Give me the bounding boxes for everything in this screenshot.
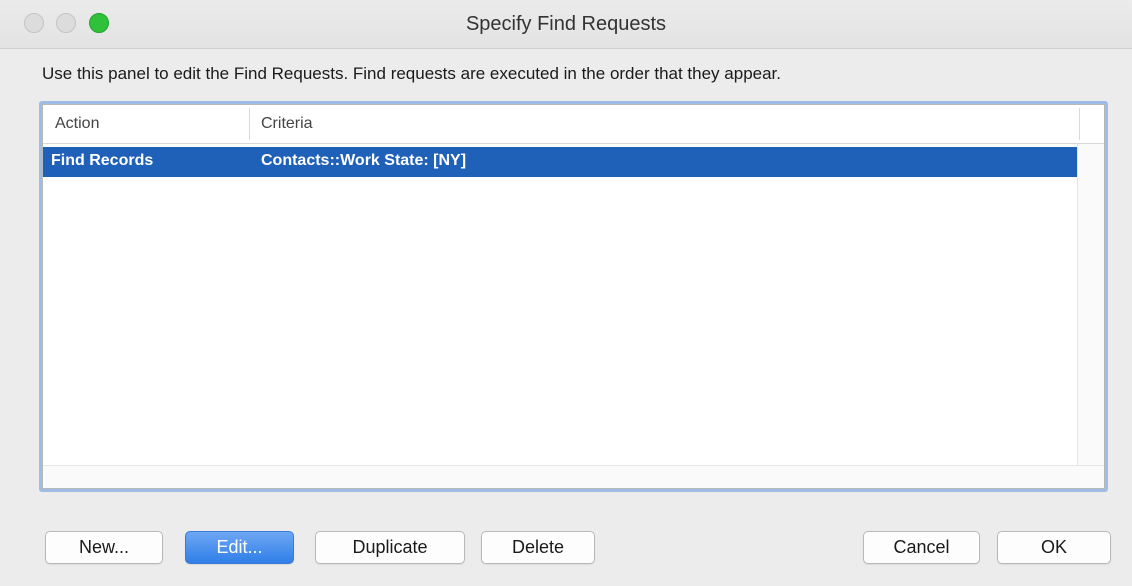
column-divider[interactable]	[249, 108, 250, 140]
window-title: Specify Find Requests	[465, 13, 667, 35]
new-button[interactable]: New...	[45, 531, 163, 564]
ok-button[interactable]: OK	[997, 531, 1111, 564]
column-header-action[interactable]: Action	[55, 115, 99, 133]
column-header-criteria[interactable]: Criteria	[261, 115, 313, 133]
delete-button[interactable]: Delete	[481, 531, 595, 564]
row-criteria-cell: Contacts::Work State: [NY]	[261, 152, 467, 169]
find-requests-dialog: Specify Find Requests Use this panel to …	[0, 0, 1132, 586]
vertical-scrollbar[interactable]	[1077, 144, 1104, 466]
find-requests-table[interactable]: Action Criteria Find Records Contacts::W…	[39, 101, 1108, 492]
horizontal-scrollbar[interactable]	[43, 465, 1104, 488]
row-action-cell: Find Records	[51, 152, 154, 169]
edit-button[interactable]: Edit...	[185, 531, 294, 564]
cancel-button[interactable]: Cancel	[863, 531, 980, 564]
column-divider[interactable]	[1079, 108, 1080, 140]
table-header: Action Criteria	[43, 105, 1104, 144]
table-border: Action Criteria Find Records Contacts::W…	[42, 104, 1105, 489]
instructions-text: Use this panel to edit the Find Requests…	[42, 64, 782, 83]
title-bar: Specify Find Requests	[0, 0, 1132, 49]
table-row[interactable]: Find Records Contacts::Work State: [NY]	[43, 147, 1079, 177]
duplicate-button[interactable]: Duplicate	[315, 531, 465, 564]
